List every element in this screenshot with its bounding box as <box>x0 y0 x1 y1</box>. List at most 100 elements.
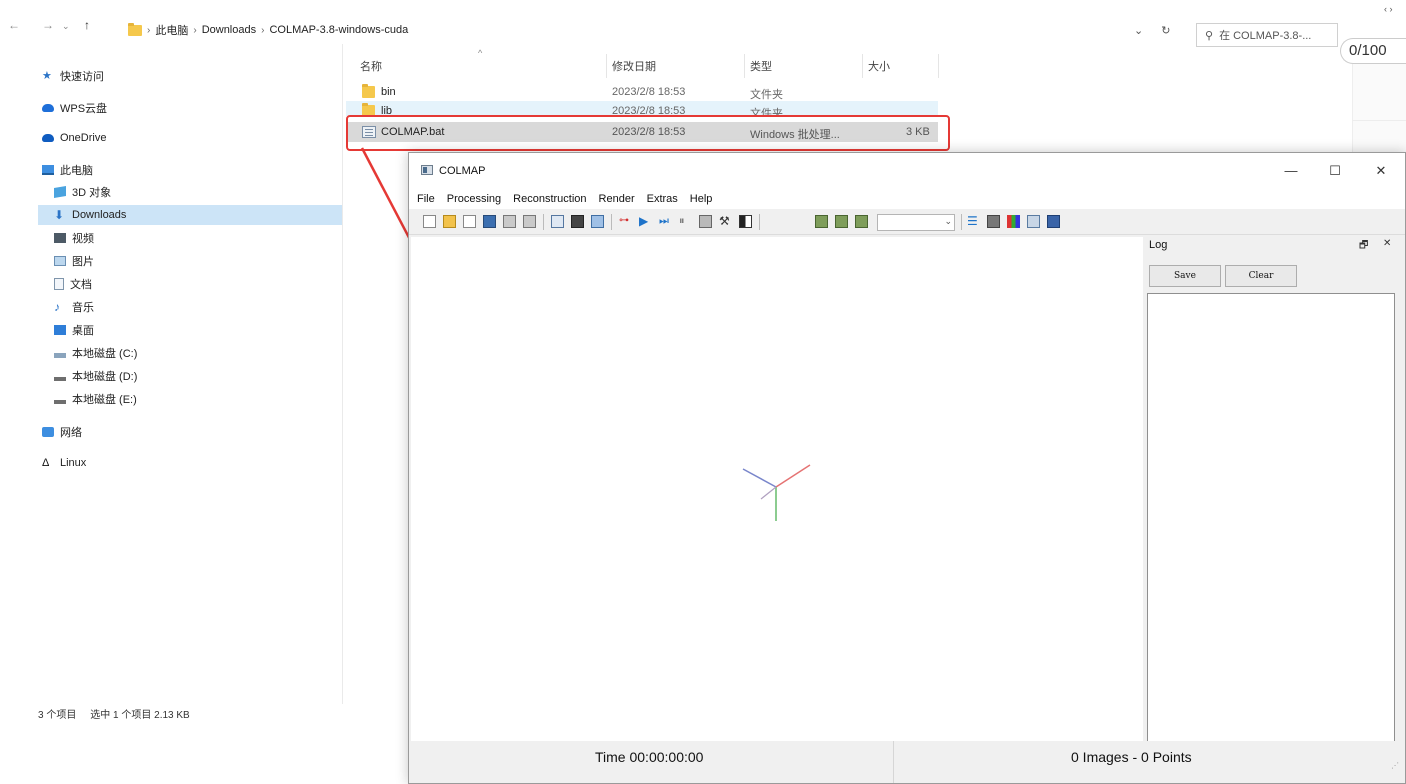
computer-icon <box>42 165 54 175</box>
open-project-icon[interactable] <box>443 215 456 228</box>
sidebar-item-onedrive[interactable]: OneDrive <box>38 128 342 148</box>
sidebar-item-linux[interactable]: Δ Linux <box>38 453 342 473</box>
title-bar[interactable]: COLMAP — ☐ ✕ <box>409 153 1405 189</box>
drive-icon <box>54 352 66 358</box>
log-panel: Log 🗗 ✕ Save Clear <box>1145 235 1405 767</box>
step-icon[interactable]: ⏭ <box>659 215 672 228</box>
search-icon: ⚲ <box>1205 29 1214 42</box>
play-icon[interactable]: ▶ <box>639 215 652 228</box>
column-header-type[interactable]: 类型 <box>750 58 772 74</box>
opengl-viewport[interactable] <box>411 237 1143 741</box>
render-points-icon[interactable] <box>835 215 848 228</box>
up-arrow-icon[interactable]: ↑ <box>84 18 90 32</box>
column-header-name[interactable]: 名称 <box>360 58 382 74</box>
back-arrow-icon[interactable]: ← <box>8 18 20 32</box>
colmap-app-icon <box>421 165 433 175</box>
column-header-size[interactable]: 大小 <box>868 58 890 74</box>
breadcrumb[interactable]: › 此电脑 › Downloads › COLMAP-3.8-windows-c… <box>128 22 408 38</box>
maximize-button[interactable]: ☐ <box>1315 161 1355 181</box>
chevron-down-icon[interactable]: ⌄ <box>1134 24 1143 37</box>
image-icon <box>54 256 66 266</box>
breadcrumb-item[interactable]: Downloads <box>202 24 256 36</box>
database-icon[interactable] <box>591 215 604 228</box>
sidebar-item-drive-d[interactable]: 本地磁盘 (D:) <box>38 366 342 386</box>
clear-button[interactable]: Clear <box>1225 265 1297 287</box>
feature-extraction-icon[interactable] <box>551 215 564 228</box>
sidebar-item-pictures[interactable]: 图片 <box>38 251 342 271</box>
sidebar-item-this-pc[interactable]: 此电脑 <box>38 160 342 180</box>
log-title: Log <box>1149 239 1168 251</box>
video-icon <box>54 233 66 243</box>
log-output[interactable] <box>1147 293 1395 767</box>
render-cameras-icon[interactable] <box>855 215 868 228</box>
reset-icon[interactable] <box>699 215 712 228</box>
forward-arrow-icon[interactable]: → <box>42 18 54 32</box>
sidebar-item-music[interactable]: ♪ 音乐 <box>38 297 342 317</box>
wrench-icon[interactable]: ⚒ <box>719 215 732 228</box>
log-icon[interactable] <box>1047 215 1060 228</box>
close-panel-icon[interactable]: ✕ <box>1383 238 1391 249</box>
render-options-icon[interactable] <box>815 215 828 228</box>
list-icon[interactable]: ☰ <box>967 215 980 228</box>
sidebar-item-documents[interactable]: 文档 <box>38 274 342 294</box>
drive-icon <box>54 399 66 404</box>
breadcrumb-item[interactable]: 此电脑 <box>155 22 188 38</box>
search-placeholder: 在 COLMAP-3.8-... <box>1219 30 1312 42</box>
window-icon[interactable] <box>1027 215 1040 228</box>
float-panel-icon[interactable]: 🗗 <box>1359 238 1368 255</box>
recent-locations-icon[interactable]: ⌄ <box>62 21 70 32</box>
sidebar-item-drive-c[interactable]: 本地磁盘 (C:) <box>38 343 342 363</box>
menu-processing[interactable]: Processing <box>447 193 501 205</box>
sidebar-item-videos[interactable]: 视频 <box>38 228 342 248</box>
import-model-icon[interactable] <box>503 215 516 228</box>
edit-project-icon[interactable] <box>463 215 476 228</box>
breadcrumb-item[interactable]: COLMAP-3.8-windows-cuda <box>269 24 408 36</box>
sidebar-item-wps-cloud[interactable]: WPS云盘 <box>38 98 342 118</box>
new-project-icon[interactable] <box>423 215 436 228</box>
search-input[interactable]: ⚲ 在 COLMAP-3.8-... <box>1196 23 1338 47</box>
minimize-button[interactable]: — <box>1271 161 1311 181</box>
axis-diagonal-line <box>760 486 777 500</box>
sidebar-item-desktop[interactable]: 桌面 <box>38 320 342 340</box>
model-selector[interactable]: ⌄ <box>877 214 955 231</box>
menu-help[interactable]: Help <box>690 193 713 205</box>
save-button[interactable]: Save <box>1149 265 1221 287</box>
menu-file[interactable]: File <box>417 193 435 205</box>
file-row[interactable]: lib 2023/2/8 18:53 文件夹 <box>346 101 938 116</box>
time-status: Time 00:00:00:00 <box>595 749 704 765</box>
resize-grip-icon[interactable]: ⋰ <box>1391 761 1399 770</box>
export-model-icon[interactable] <box>523 215 536 228</box>
menu-reconstruction[interactable]: Reconstruction <box>513 193 586 205</box>
page-counter: 0/100 <box>1340 38 1406 64</box>
cloud-icon <box>42 134 54 142</box>
file-row[interactable]: bin 2023/2/8 18:53 文件夹 <box>346 82 938 102</box>
item-count: 3 个项目 <box>38 710 77 721</box>
cloud-icon <box>42 104 54 112</box>
menu-extras[interactable]: Extras <box>647 193 678 205</box>
reconstruction-start-icon[interactable]: ⊶ <box>619 215 632 228</box>
z-axis-line <box>742 468 777 488</box>
pause-icon[interactable]: ⏸ <box>679 215 692 228</box>
sidebar-item-drive-e[interactable]: 本地磁盘 (E:) <box>38 389 342 409</box>
network-icon <box>42 427 54 437</box>
refresh-icon[interactable]: ↻ <box>1161 24 1170 37</box>
sort-up-icon: ^ <box>478 48 483 58</box>
feature-matching-icon[interactable] <box>571 215 584 228</box>
address-bar: ← → ⌄ ↑ › 此电脑 › Downloads › COLMAP-3.8-w… <box>0 10 1406 47</box>
column-header-date[interactable]: 修改日期 <box>612 58 656 74</box>
menu-bar: File Processing Reconstruction Render Ex… <box>409 189 1405 209</box>
close-button[interactable]: ✕ <box>1361 161 1401 181</box>
folder-icon <box>128 22 142 36</box>
sidebar-item-network[interactable]: 网络 <box>38 422 342 442</box>
grid-icon[interactable] <box>987 215 1000 228</box>
bar-chart-icon[interactable] <box>1007 215 1020 228</box>
coordinate-axes <box>742 464 811 521</box>
sidebar-item-downloads[interactable]: ⬇ Downloads <box>38 205 342 225</box>
contrast-icon[interactable] <box>739 215 752 228</box>
save-project-icon[interactable] <box>483 215 496 228</box>
colmap-window: COLMAP — ☐ ✕ File Processing Reconstruct… <box>408 152 1406 784</box>
chevron-down-icon: ⌄ <box>944 216 952 226</box>
sidebar-item-3d-objects[interactable]: 3D 对象 <box>38 182 342 202</box>
sidebar-item-quick-access[interactable]: ★ 快速访问 <box>38 66 342 86</box>
menu-render[interactable]: Render <box>599 193 635 205</box>
